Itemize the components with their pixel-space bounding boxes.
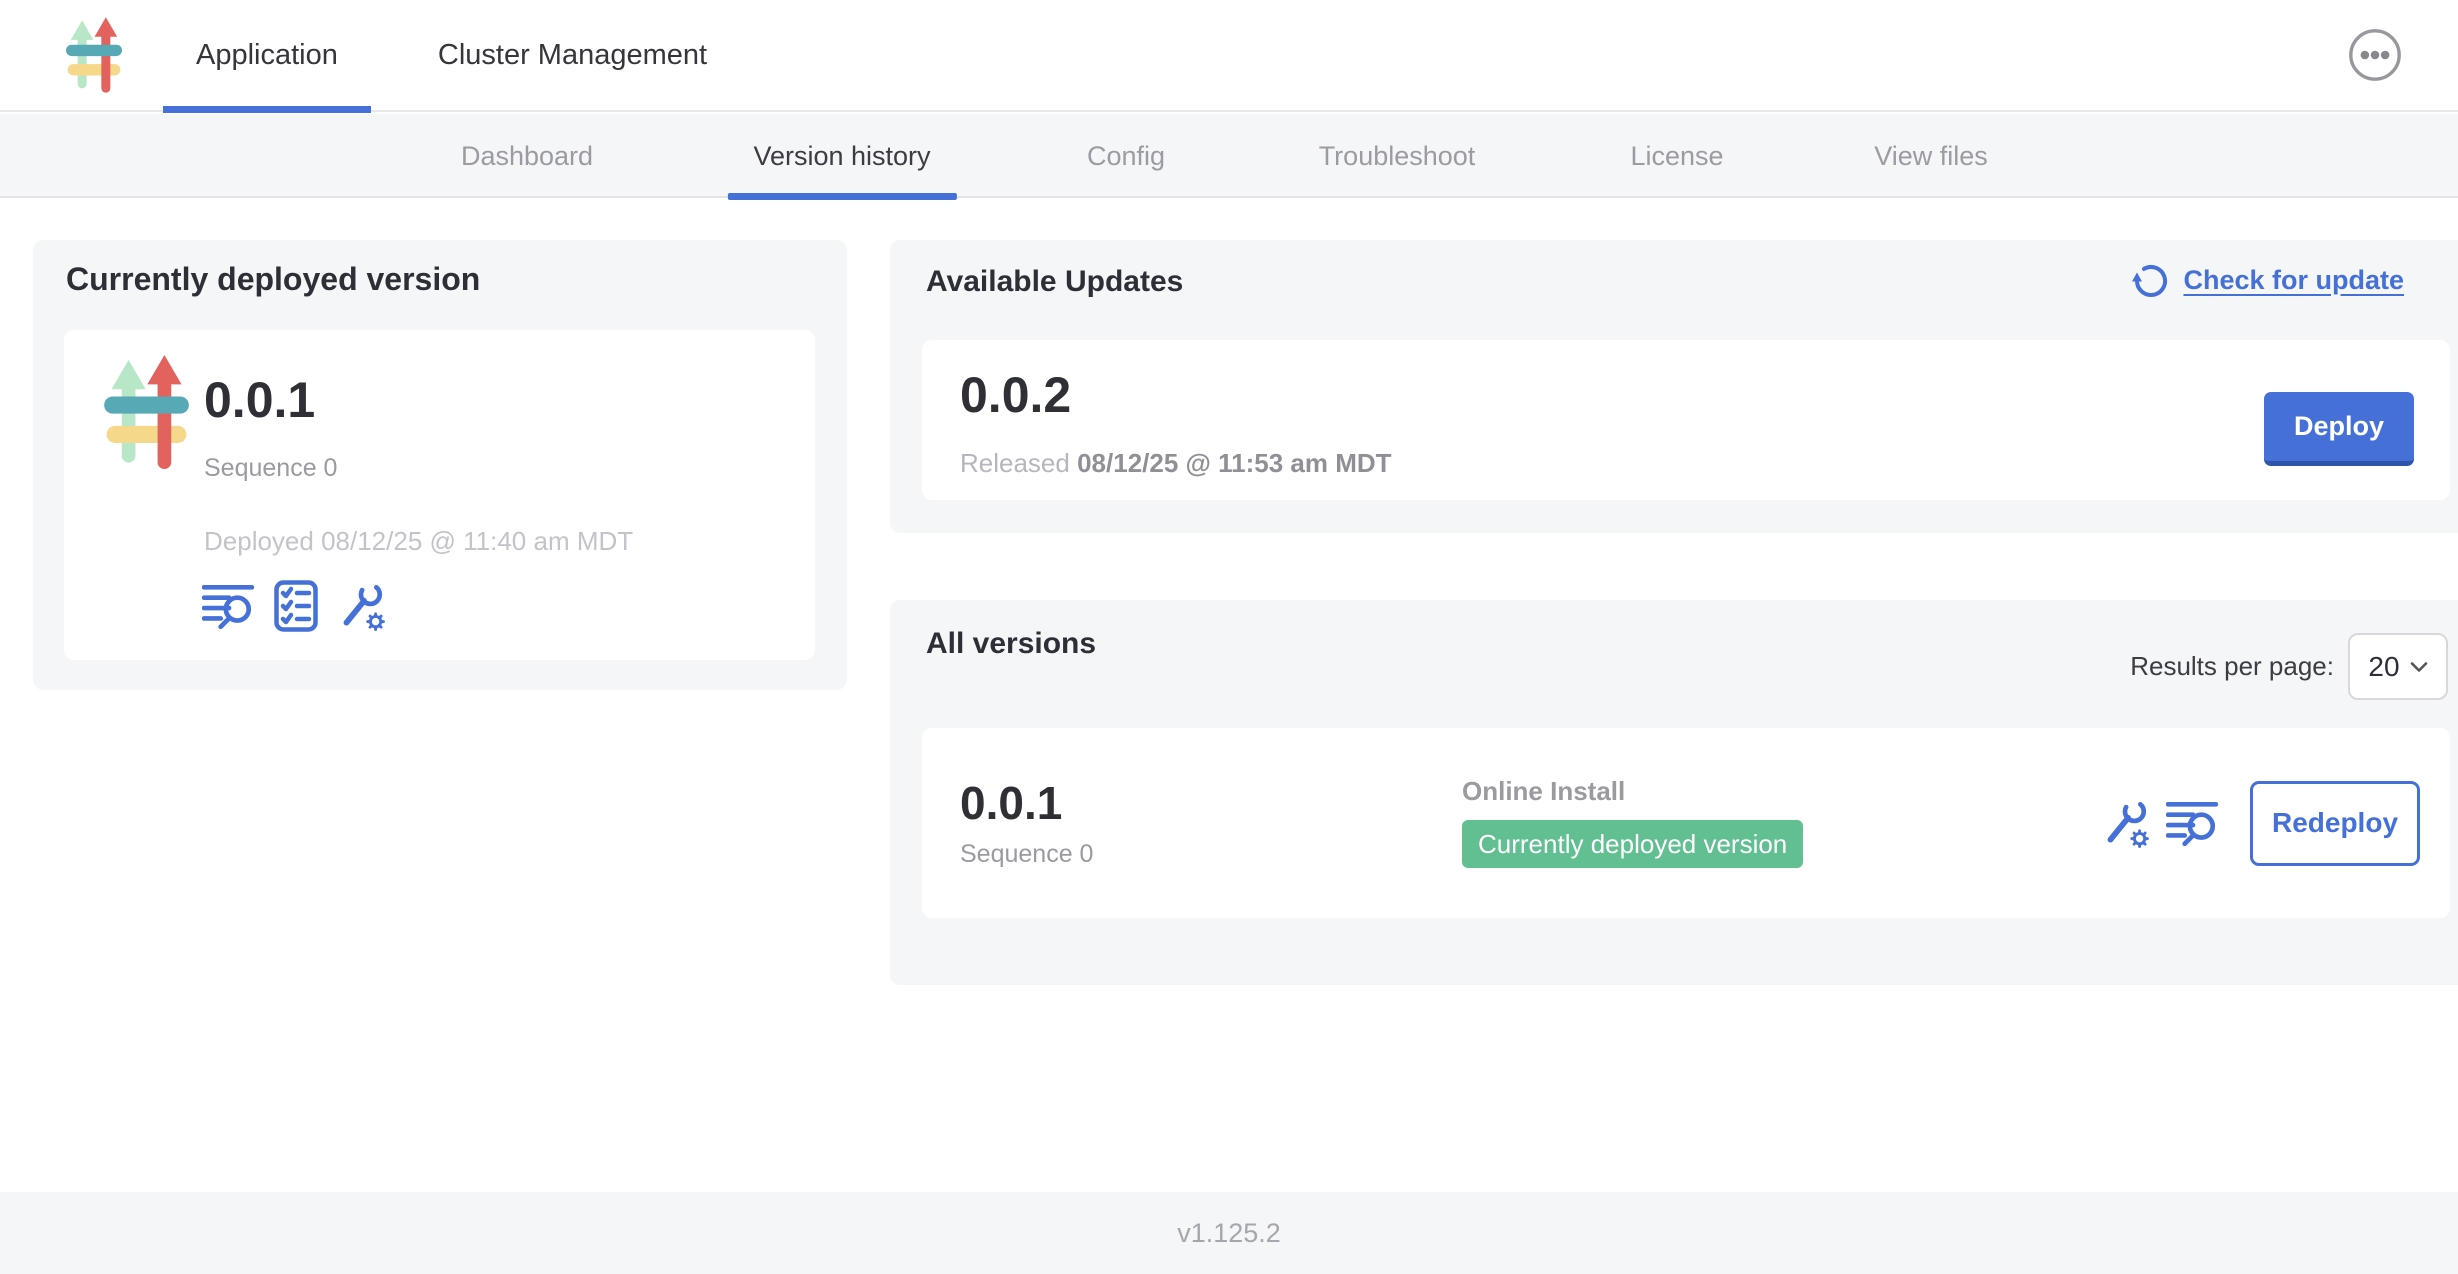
subnav-view-files[interactable]: View files <box>1874 114 1988 198</box>
all-versions-title: All versions <box>926 626 1096 662</box>
config-icon[interactable] <box>2100 798 2150 848</box>
deployed-actions <box>202 580 386 632</box>
check-for-update-link[interactable]: Check for update <box>2131 260 2404 300</box>
currently-deployed-panel: Currently deployed version 0.0.1 Sequenc… <box>33 240 847 690</box>
version-row-status: Online Install Currently deployed versio… <box>1462 778 2100 869</box>
results-per-page-value: 20 <box>2368 651 2399 683</box>
row-version-number: 0.0.1 <box>960 780 1462 826</box>
currently-deployed-title: Currently deployed version <box>66 260 480 298</box>
version-row-actions: Redeploy <box>2100 781 2420 866</box>
results-per-page-control: Results per page: 20 <box>2130 633 2448 700</box>
update-version-number: 0.0.2 <box>960 370 1071 420</box>
app-logo <box>66 16 122 94</box>
update-version-card: 0.0.2 Released 08/12/25 @ 11:53 am MDT D… <box>922 340 2450 500</box>
available-updates-panel: Available Updates Check for update 0.0.2… <box>890 240 2458 533</box>
admin-console: Application Cluster Management Dashboard… <box>0 0 2458 1274</box>
deploy-button[interactable]: Deploy <box>2264 392 2414 466</box>
deployed-timestamp: Deployed 08/12/25 @ 11:40 am MDT <box>204 528 633 554</box>
app-subnav: Dashboard Version history Config Trouble… <box>0 114 2458 198</box>
subnav-license[interactable]: License <box>1630 114 1723 198</box>
version-row: 0.0.1 Sequence 0 Online Install Currentl… <box>922 728 2450 918</box>
deploy-logs-icon[interactable] <box>202 583 256 629</box>
update-released-timestamp: Released 08/12/25 @ 11:53 am MDT <box>960 450 1392 476</box>
preflight-checks-icon[interactable] <box>274 580 318 632</box>
install-type-label: Online Install <box>1462 778 2100 804</box>
deployed-version-number: 0.0.1 <box>204 375 315 425</box>
deployed-sequence: Sequence 0 <box>204 456 337 481</box>
currently-deployed-badge: Currently deployed version <box>1462 820 1803 869</box>
tab-application[interactable]: Application <box>163 0 371 111</box>
subnav-version-history[interactable]: Version history <box>753 114 930 198</box>
console-footer: v1.125.2 <box>0 1192 2458 1274</box>
ellipsis-menu-icon[interactable] <box>2348 28 2402 82</box>
deploy-logs-icon[interactable] <box>2166 800 2220 846</box>
tab-cluster-management[interactable]: Cluster Management <box>405 0 740 111</box>
tab-cluster-management-label: Cluster Management <box>438 39 707 72</box>
available-updates-title: Available Updates <box>926 264 1183 300</box>
console-version: v1.125.2 <box>1177 1218 1281 1249</box>
refresh-icon <box>2131 260 2171 300</box>
subnav-dashboard[interactable]: Dashboard <box>461 114 593 198</box>
version-row-info: 0.0.1 Sequence 0 <box>960 780 1462 867</box>
row-sequence: Sequence 0 <box>960 842 1462 867</box>
subnav-troubleshoot[interactable]: Troubleshoot <box>1319 114 1476 198</box>
results-per-page-label: Results per page: <box>2130 651 2334 682</box>
check-for-update-label: Check for update <box>2183 265 2404 296</box>
chevron-down-icon <box>2410 661 2428 673</box>
subnav-config[interactable]: Config <box>1087 114 1165 198</box>
deployed-version-card: 0.0.1 Sequence 0 Deployed 08/12/25 @ 11:… <box>64 330 815 660</box>
all-versions-panel: All versions Results per page: 20 0.0.1 … <box>890 600 2458 985</box>
results-per-page-select[interactable]: 20 <box>2348 633 2448 700</box>
config-icon[interactable] <box>336 581 386 631</box>
released-prefix: Released <box>960 448 1070 478</box>
released-date: 08/12/25 @ 11:53 am MDT <box>1077 448 1391 478</box>
top-header: Application Cluster Management <box>0 0 2458 112</box>
redeploy-button[interactable]: Redeploy <box>2250 781 2420 866</box>
tab-application-label: Application <box>196 39 338 72</box>
app-logo <box>104 355 189 469</box>
